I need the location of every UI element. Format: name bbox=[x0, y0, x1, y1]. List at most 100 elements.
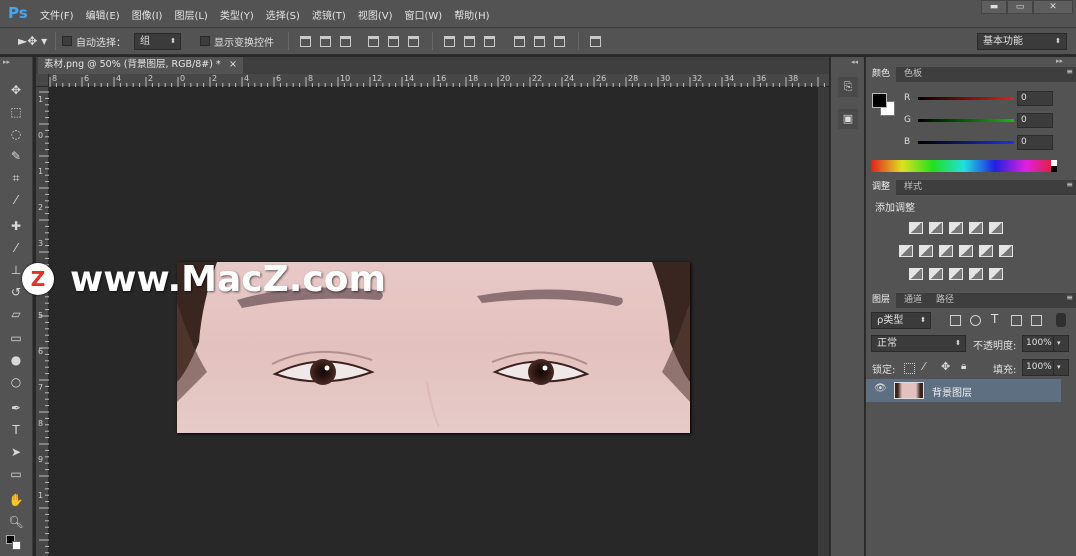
document-tab[interactable]: 素材.png @ 50% (背景图层, RGB/8#) * × bbox=[38, 57, 243, 74]
brightness-icon[interactable] bbox=[909, 222, 923, 234]
eyedropper-tool-icon[interactable]: ⁄ bbox=[6, 191, 26, 209]
history-panel-icon[interactable]: ⎘ bbox=[838, 77, 858, 97]
marquee-tool-icon[interactable]: ⬚ bbox=[6, 103, 26, 121]
tab-paths[interactable]: 路径 bbox=[930, 293, 960, 308]
blur-tool-icon[interactable]: ● bbox=[6, 351, 26, 369]
vertical-scrollbar[interactable] bbox=[818, 87, 829, 556]
ruler-origin[interactable] bbox=[36, 74, 49, 87]
filter-smart-object-icon[interactable] bbox=[1031, 315, 1042, 326]
filter-pixel-icon[interactable] bbox=[950, 315, 961, 326]
black-white-swatch[interactable] bbox=[1051, 160, 1057, 172]
tab-adjustments[interactable]: 调整 bbox=[866, 180, 897, 195]
menu-window[interactable]: 窗口(W) bbox=[404, 7, 442, 22]
channel-g-value[interactable]: 0 bbox=[1017, 113, 1053, 128]
align-left-icon[interactable] bbox=[368, 36, 379, 47]
lock-paint-icon[interactable]: ⁄ bbox=[923, 360, 925, 373]
levels-icon[interactable] bbox=[929, 222, 943, 234]
layer-row[interactable]: 👁︎ 背景图层 bbox=[866, 379, 1061, 402]
menu-layer[interactable]: 图层(L) bbox=[174, 7, 207, 22]
gradient-tool-icon[interactable]: ▭ bbox=[6, 329, 26, 347]
menu-edit[interactable]: 编辑(E) bbox=[86, 7, 120, 22]
gradient-map-icon[interactable] bbox=[989, 268, 1003, 280]
invert-icon[interactable] bbox=[909, 268, 923, 280]
align-right-icon[interactable] bbox=[408, 36, 419, 47]
distribute-hcenter-icon[interactable] bbox=[534, 36, 545, 47]
menu-select[interactable]: 选择(S) bbox=[266, 7, 300, 22]
channel-g-slider[interactable] bbox=[918, 119, 1014, 122]
show-transform-checkbox[interactable] bbox=[200, 36, 210, 46]
distribute-left-icon[interactable] bbox=[514, 36, 525, 47]
rectangle-tool-icon[interactable]: ▭ bbox=[6, 465, 26, 483]
black-white-icon[interactable] bbox=[939, 245, 953, 257]
align-vcenter-icon[interactable] bbox=[320, 36, 331, 47]
auto-select-dropdown[interactable]: 组 ⬍ bbox=[134, 33, 181, 50]
menu-image[interactable]: 图像(I) bbox=[132, 7, 163, 22]
maximize-button[interactable]: ▭ bbox=[1007, 0, 1033, 14]
menu-type[interactable]: 类型(Y) bbox=[220, 7, 254, 22]
close-window-button[interactable]: ✕ bbox=[1033, 0, 1073, 14]
opacity-dropdown-arrow[interactable]: ▾ bbox=[1053, 335, 1069, 352]
curves-icon[interactable] bbox=[949, 222, 963, 234]
tab-layers[interactable]: 图层 bbox=[866, 293, 897, 308]
panel-menu-icon[interactable]: ≡ bbox=[1066, 67, 1073, 76]
distribute-right-icon[interactable] bbox=[554, 36, 565, 47]
crop-tool-icon[interactable]: ⌗ bbox=[6, 169, 26, 187]
color-spectrum-bar[interactable] bbox=[871, 160, 1057, 172]
selective-color-icon[interactable] bbox=[969, 268, 983, 280]
distribute-top-icon[interactable] bbox=[444, 36, 455, 47]
filter-toggle[interactable] bbox=[1056, 313, 1066, 327]
zoom-tool-icon[interactable]: 🔍︎ bbox=[6, 513, 26, 531]
path-select-tool-icon[interactable]: ➤ bbox=[6, 443, 26, 461]
photo-filter-icon[interactable] bbox=[959, 245, 973, 257]
hand-tool-icon[interactable]: ✋ bbox=[6, 491, 26, 509]
channel-r-slider[interactable] bbox=[918, 97, 1014, 100]
close-tab-icon[interactable]: × bbox=[229, 57, 237, 73]
healing-brush-tool-icon[interactable]: ✚ bbox=[6, 217, 26, 235]
collapse-dock-icon[interactable]: ◂◂ bbox=[851, 58, 858, 66]
color-lookup-icon[interactable] bbox=[999, 245, 1013, 257]
panel-menu-icon[interactable]: ≡ bbox=[1066, 180, 1073, 189]
eraser-tool-icon[interactable]: ▱ bbox=[6, 305, 26, 323]
filter-adjustment-icon[interactable] bbox=[970, 315, 981, 326]
quick-select-tool-icon[interactable]: ✎ bbox=[6, 147, 26, 165]
tab-color[interactable]: 颜色 bbox=[866, 67, 897, 82]
channel-r-value[interactable]: 0 bbox=[1017, 91, 1053, 106]
color-balance-icon[interactable] bbox=[919, 245, 933, 257]
channel-mixer-icon[interactable] bbox=[979, 245, 993, 257]
threshold-icon[interactable] bbox=[949, 268, 963, 280]
align-hcenter-icon[interactable] bbox=[388, 36, 399, 47]
background-swatch-small[interactable] bbox=[12, 541, 21, 550]
distribute-bottom-icon[interactable] bbox=[484, 36, 495, 47]
move-tool-icon[interactable]: ✥ bbox=[6, 81, 26, 99]
menu-view[interactable]: 视图(V) bbox=[358, 7, 393, 22]
minimize-button[interactable]: ▬ bbox=[981, 0, 1007, 14]
lasso-tool-icon[interactable]: ◌ bbox=[6, 125, 26, 143]
dodge-tool-icon[interactable]: ○ bbox=[6, 373, 26, 391]
properties-panel-icon[interactable]: ▣ bbox=[838, 109, 858, 129]
brush-tool-icon[interactable]: ⁄ bbox=[6, 239, 26, 257]
auto-align-icon[interactable] bbox=[590, 36, 601, 47]
exposure-icon[interactable] bbox=[969, 222, 983, 234]
filter-type-icon[interactable]: T bbox=[991, 312, 998, 326]
eye-icon[interactable]: 👁︎ bbox=[874, 383, 887, 394]
tab-channels[interactable]: 通道 bbox=[898, 293, 928, 308]
lock-all-icon[interactable]: 🔒︎ bbox=[961, 361, 966, 372]
workspace-dropdown[interactable]: 基本功能 ⬍ bbox=[977, 33, 1067, 50]
align-bottom-icon[interactable] bbox=[340, 36, 351, 47]
collapse-toolbar-icon[interactable]: ▸▸ bbox=[3, 58, 10, 66]
move-tool-preset-icon[interactable]: ►✥ ▾ bbox=[18, 34, 47, 48]
hue-saturation-icon[interactable] bbox=[899, 245, 913, 257]
tab-swatches[interactable]: 色板 bbox=[898, 67, 928, 82]
filter-shape-icon[interactable] bbox=[1011, 315, 1022, 326]
align-top-icon[interactable] bbox=[300, 36, 311, 47]
collapse-panels-icon[interactable]: ▸▸ bbox=[1056, 57, 1063, 65]
tab-styles[interactable]: 样式 bbox=[898, 180, 928, 195]
layer-filter-dropdown[interactable]: ρ类型 ⬍ bbox=[871, 312, 931, 329]
lock-transparent-icon[interactable] bbox=[904, 363, 915, 374]
blend-mode-dropdown[interactable]: 正常 ⬍ bbox=[871, 335, 966, 352]
channel-b-value[interactable]: 0 bbox=[1017, 135, 1053, 150]
channel-b-slider[interactable] bbox=[918, 141, 1014, 144]
posterize-icon[interactable] bbox=[929, 268, 943, 280]
vibrance-icon[interactable] bbox=[989, 222, 1003, 234]
menu-file[interactable]: 文件(F) bbox=[40, 7, 74, 22]
